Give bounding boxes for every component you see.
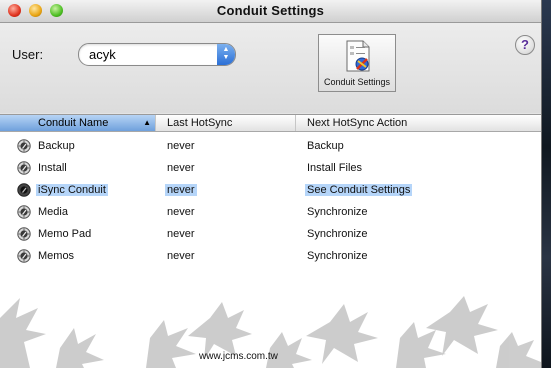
conduit-gear-icon xyxy=(17,161,31,175)
sort-ascending-icon: ▲ xyxy=(143,118,151,127)
conduit-settings-button[interactable]: Conduit Settings xyxy=(318,34,396,92)
conduit-name-cell: Backup xyxy=(38,140,75,152)
table-row[interactable]: Memo Pad never Synchronize xyxy=(0,223,541,245)
column-header-label: Conduit Name xyxy=(38,117,109,129)
next-action-cell: Install Files xyxy=(307,162,363,174)
conduit-name-cell: iSync Conduit xyxy=(36,184,108,196)
last-hotsync-cell: never xyxy=(167,250,195,262)
column-header-next-action[interactable]: Next HotSync Action xyxy=(296,115,541,131)
column-header-label: Next HotSync Action xyxy=(307,117,408,129)
conduit-settings-window: Conduit Settings User: acyk ▲ ▼ Conduit S… xyxy=(0,0,542,368)
conduit-name-cell: Memo Pad xyxy=(38,228,92,240)
conduit-settings-icon xyxy=(346,40,370,72)
conduit-name-cell: Media xyxy=(38,206,68,218)
next-action-cell: Synchronize xyxy=(307,228,368,240)
next-action-cell: Backup xyxy=(307,140,344,152)
last-hotsync-cell: never xyxy=(167,162,195,174)
conduit-gear-icon xyxy=(17,139,31,153)
conduit-name-cell: Install xyxy=(38,162,67,174)
table-row[interactable]: Memos never Synchronize xyxy=(0,245,541,267)
last-hotsync-cell: never xyxy=(165,184,197,196)
last-hotsync-cell: never xyxy=(167,206,195,218)
conduit-gear-icon xyxy=(17,183,31,197)
next-action-cell: Synchronize xyxy=(307,206,368,218)
toolbar: User: acyk ▲ ▼ Conduit Settings ? xyxy=(0,23,541,113)
select-arrows-icon: ▲ ▼ xyxy=(217,44,235,65)
conduit-name-cell: Memos xyxy=(38,250,75,262)
desktop-background xyxy=(541,0,551,368)
column-header-label: Last HotSync xyxy=(167,117,233,129)
user-select[interactable]: acyk ▲ ▼ xyxy=(78,43,236,66)
conduit-table: Conduit Name ▲ Last HotSync Next HotSync… xyxy=(0,114,541,368)
table-row[interactable]: iSync Conduit never See Conduit Settings xyxy=(0,179,541,201)
conduit-gear-icon xyxy=(17,205,31,219)
title-bar[interactable]: Conduit Settings xyxy=(0,0,541,23)
next-action-cell: See Conduit Settings xyxy=(305,184,413,196)
column-header-last-hotsync[interactable]: Last HotSync xyxy=(156,115,296,131)
conduit-gear-icon xyxy=(17,227,31,241)
table-row[interactable]: Media never Synchronize xyxy=(0,201,541,223)
table-row[interactable]: Install never Install Files xyxy=(0,157,541,179)
column-header-conduit-name[interactable]: Conduit Name ▲ xyxy=(0,115,156,131)
table-row[interactable]: Backup never Backup xyxy=(0,135,541,157)
watermark-text: www.jcms.com.tw xyxy=(199,351,278,362)
help-button[interactable]: ? xyxy=(515,35,535,55)
window-title: Conduit Settings xyxy=(216,3,325,18)
last-hotsync-cell: never xyxy=(167,228,195,240)
user-select-value: acyk xyxy=(89,47,116,62)
conduit-settings-label: Conduit Settings xyxy=(323,77,391,87)
table-header: Conduit Name ▲ Last HotSync Next HotSync… xyxy=(0,115,541,132)
conduit-gear-icon xyxy=(17,249,31,263)
last-hotsync-cell: never xyxy=(167,140,195,152)
next-action-cell: Synchronize xyxy=(307,250,368,262)
user-label: User: xyxy=(12,47,44,62)
